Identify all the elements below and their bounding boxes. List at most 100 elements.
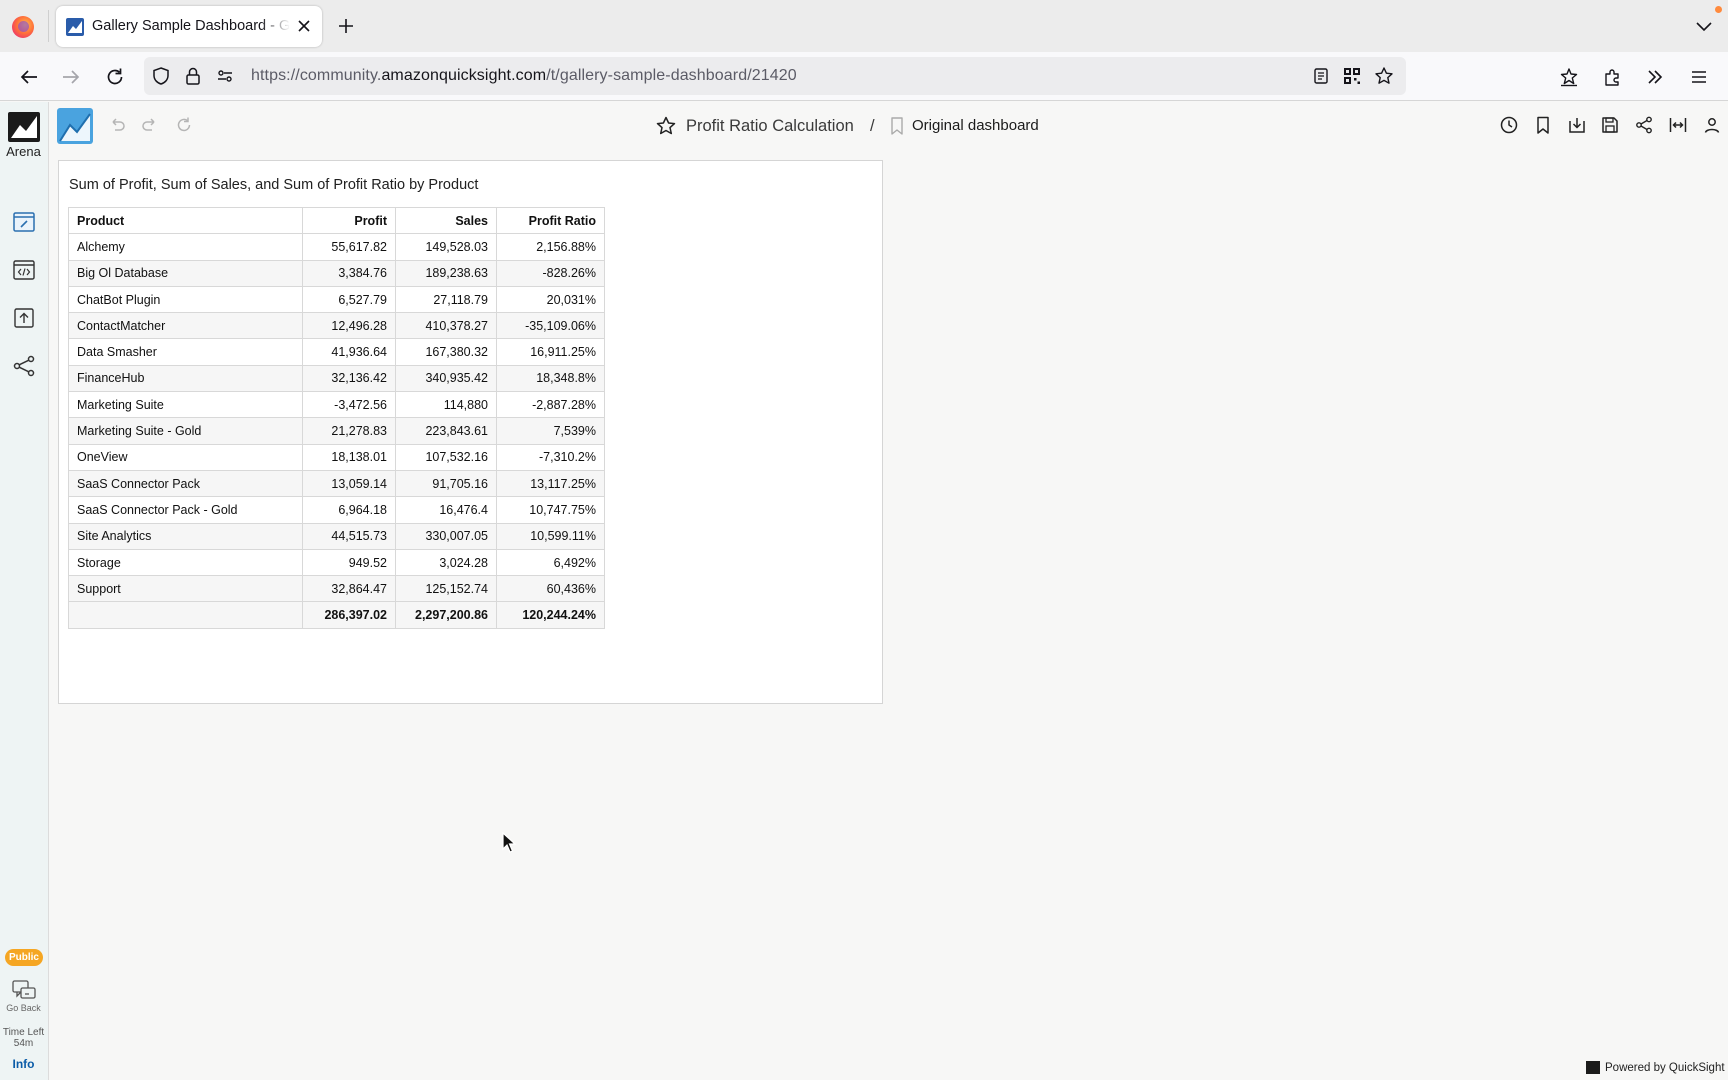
table-row[interactable]: ContactMatcher 12,496.28 410,378.27 -35,109… xyxy=(68,312,605,340)
cell-profit-ratio[interactable]: 10,599.11% xyxy=(496,522,605,550)
history-clock-icon[interactable] xyxy=(1498,114,1520,136)
url-bar[interactable]: https://community.amazonquicksight.com/t… xyxy=(144,57,1406,95)
cell-profit-ratio[interactable]: 18,348.8% xyxy=(496,364,605,393)
table-row[interactable]: Storage 949.52 3,024.28 6,492% xyxy=(68,548,605,577)
table-row[interactable]: FinanceHub 32,136.42 340,935.42 18,348.8% xyxy=(68,364,605,393)
cell-profit[interactable]: 12,496.28 xyxy=(302,312,396,340)
go-back-label[interactable]: Go Back xyxy=(0,1003,47,1013)
cell-profit-ratio[interactable]: 10,747.75% xyxy=(496,496,605,524)
bookmark-icon[interactable] xyxy=(888,116,906,136)
user-icon[interactable] xyxy=(1701,114,1723,136)
cell-sales[interactable]: 340,935.42 xyxy=(395,364,497,393)
new-tab-plus-icon[interactable] xyxy=(334,14,358,38)
favorite-star-icon[interactable] xyxy=(655,115,677,137)
fit-width-icon[interactable] xyxy=(1667,114,1689,136)
dashboard-name[interactable]: Original dashboard xyxy=(912,117,1039,134)
bookmarks-icon[interactable] xyxy=(1532,114,1554,136)
cell-product[interactable]: Marketing Suite - Gold xyxy=(68,417,303,445)
cell-sales[interactable]: 330,007.05 xyxy=(395,522,497,550)
firefox-logo-icon[interactable] xyxy=(12,16,34,38)
cell-profit[interactable]: 18,138.01 xyxy=(302,443,396,471)
cell-profit[interactable]: -3,472.56 xyxy=(302,391,396,419)
analysis-name[interactable]: Profit Ratio Calculation xyxy=(686,117,854,136)
table-row[interactable]: Big Ol Database 3,384.76 189,238.63 -828.26… xyxy=(68,259,605,287)
lock-icon[interactable] xyxy=(182,65,204,87)
cell-product[interactable]: Alchemy xyxy=(68,233,303,261)
share-icon[interactable] xyxy=(1633,114,1655,136)
cell-profit-ratio[interactable]: -828.26% xyxy=(496,259,605,287)
table-row[interactable]: SaaS Connector Pack - Gold 6,964.18 16,476… xyxy=(68,496,605,524)
table-row[interactable]: SaaS Connector Pack 13,059.14 91,705.16 13,… xyxy=(68,469,605,498)
qr-code-icon[interactable] xyxy=(1341,65,1363,87)
quicksight-brand-icon[interactable] xyxy=(57,108,93,144)
cell-sales[interactable]: 189,238.63 xyxy=(395,259,497,287)
column-header-profit[interactable]: Profit xyxy=(302,206,396,235)
cell-profit-ratio[interactable]: 16,911.25% xyxy=(496,338,605,366)
bookmark-star-icon[interactable] xyxy=(1373,65,1395,87)
hamburger-menu-icon[interactable] xyxy=(1686,64,1712,90)
reload-icon[interactable] xyxy=(102,64,128,90)
cell-profit[interactable]: 6,527.79 xyxy=(302,285,396,314)
table-row[interactable]: OneView 18,138.01 107,532.16 -7,310.2% xyxy=(68,443,605,471)
quicksight-logo-icon[interactable] xyxy=(8,112,40,142)
cell-profit[interactable]: 21,278.83 xyxy=(302,417,396,445)
cell-profit-ratio[interactable]: 2,156.88% xyxy=(496,233,605,261)
cell-profit[interactable]: 44,515.73 xyxy=(302,522,396,550)
save-icon[interactable] xyxy=(1599,114,1621,136)
cell-profit[interactable]: 6,964.18 xyxy=(302,496,396,524)
embed-code-icon[interactable] xyxy=(11,257,37,283)
cell-product[interactable]: ChatBot Plugin xyxy=(68,285,303,314)
cell-sales[interactable]: 149,528.03 xyxy=(395,233,497,261)
cell-product[interactable]: Marketing Suite xyxy=(68,391,303,419)
edit-dashboard-icon[interactable] xyxy=(11,209,37,235)
url-text[interactable]: https://community.amazonquicksight.com/t… xyxy=(251,67,797,85)
overflow-chevrons-icon[interactable] xyxy=(1642,64,1668,90)
table-row[interactable]: Marketing Suite -3,472.56 114,880 -2,887.28… xyxy=(68,391,605,419)
download-icon[interactable] xyxy=(1566,114,1588,136)
cell-profit-ratio[interactable]: 20,031% xyxy=(496,285,605,314)
upload-icon[interactable] xyxy=(11,305,37,331)
cell-product[interactable]: Big Ol Database xyxy=(68,259,303,287)
cell-profit[interactable]: 13,059.14 xyxy=(302,469,396,498)
cell-sales[interactable]: 167,380.32 xyxy=(395,338,497,366)
cell-sales[interactable]: 27,118.79 xyxy=(395,285,497,314)
cell-profit[interactable]: 32,136.42 xyxy=(302,364,396,393)
table-row[interactable]: ChatBot Plugin 6,527.79 27,118.79 20,031% xyxy=(68,285,605,314)
cell-product[interactable]: FinanceHub xyxy=(68,364,303,393)
cell-sales[interactable]: 114,880 xyxy=(395,391,497,419)
info-link[interactable]: Info xyxy=(0,1057,47,1071)
column-header-sales[interactable]: Sales xyxy=(395,206,497,235)
cell-sales[interactable]: 223,843.61 xyxy=(395,417,497,445)
table-row[interactable]: Site Analytics 44,515.73 330,007.05 10,599.… xyxy=(68,522,605,550)
cell-profit-ratio[interactable]: 6,492% xyxy=(496,548,605,577)
forward-arrow-icon[interactable] xyxy=(58,64,84,90)
redo-icon[interactable] xyxy=(139,114,161,136)
shield-icon[interactable] xyxy=(150,65,172,87)
share-icon[interactable] xyxy=(11,353,37,379)
cell-sales[interactable]: 16,476.4 xyxy=(395,496,497,524)
cell-profit[interactable]: 3,384.76 xyxy=(302,259,396,287)
table-row[interactable]: Data Smasher 41,936.64 167,380.32 16,911.25… xyxy=(68,338,605,366)
list-all-tabs-chevron-down-icon[interactable] xyxy=(1692,14,1716,38)
cell-profit-ratio[interactable]: -7,310.2% xyxy=(496,443,605,471)
extensions-icon[interactable] xyxy=(1600,64,1626,90)
pocket-icon[interactable] xyxy=(1556,64,1582,90)
back-arrow-icon[interactable] xyxy=(16,64,42,90)
cell-product[interactable]: Storage xyxy=(68,548,303,577)
cell-sales[interactable]: 410,378.27 xyxy=(395,312,497,340)
cell-product[interactable]: OneView xyxy=(68,443,303,471)
close-tab-icon[interactable] xyxy=(292,14,316,38)
cell-profit[interactable]: 41,936.64 xyxy=(302,338,396,366)
column-header-profit-ratio[interactable]: Profit Ratio xyxy=(496,206,605,235)
cell-profit-ratio[interactable]: 60,436% xyxy=(496,575,605,603)
cell-profit[interactable]: 55,617.82 xyxy=(302,233,396,261)
cell-profit[interactable]: 949.52 xyxy=(302,548,396,577)
column-header-product[interactable]: Product xyxy=(68,206,303,235)
table-row[interactable]: Marketing Suite - Gold 21,278.83 223,843.6… xyxy=(68,417,605,445)
go-back-chat-icon[interactable] xyxy=(12,980,36,1002)
cell-product[interactable]: SaaS Connector Pack xyxy=(68,469,303,498)
cell-sales[interactable]: 91,705.16 xyxy=(395,469,497,498)
permissions-icon[interactable] xyxy=(214,65,236,87)
cell-profit-ratio[interactable]: 13,117.25% xyxy=(496,469,605,498)
cell-profit[interactable]: 32,864.47 xyxy=(302,575,396,603)
